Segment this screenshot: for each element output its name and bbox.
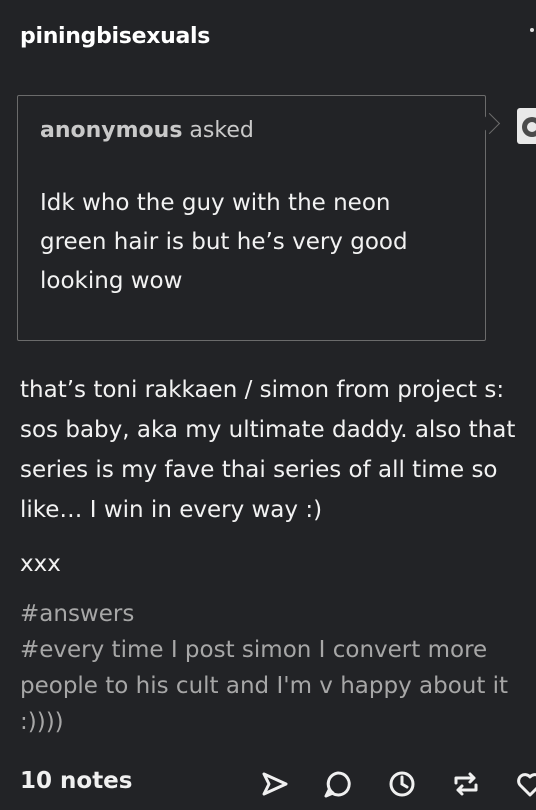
clock-icon — [389, 771, 415, 797]
asked-label: asked — [189, 118, 254, 143]
answer-text: that’s toni rakkaen / simon from project… — [20, 377, 516, 523]
ask-question: Idk who the guy with the neon green hair… — [40, 190, 408, 294]
signoff: xxx — [20, 551, 61, 577]
post-actions — [256, 766, 536, 802]
history-button[interactable] — [384, 766, 420, 802]
reblog-icon — [454, 772, 478, 796]
comment-icon — [324, 771, 351, 798]
reply-button[interactable] — [320, 766, 356, 802]
send-icon — [262, 772, 288, 796]
more-options-icon[interactable] — [530, 28, 534, 32]
anonymous-avatar-icon — [522, 117, 536, 137]
post-author[interactable]: piningbisexuals — [20, 24, 210, 49]
share-button[interactable] — [256, 766, 292, 802]
avatar[interactable] — [517, 108, 536, 144]
asker-name: anonymous — [40, 118, 183, 143]
notes-count[interactable]: 10 notes — [20, 768, 132, 794]
tag[interactable]: #answers — [20, 596, 520, 632]
tags: #answers #every time I post simon I conv… — [20, 596, 520, 740]
reblog-button[interactable] — [448, 766, 484, 802]
asker-line: anonymous asked — [40, 118, 254, 143]
like-button[interactable] — [512, 766, 536, 802]
heart-icon — [517, 773, 536, 797]
tag[interactable]: #every time I post simon I convert more … — [20, 632, 520, 740]
